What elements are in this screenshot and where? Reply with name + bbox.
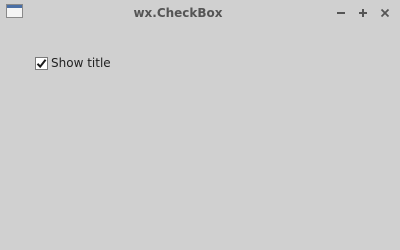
title-bar[interactable]: wx.CheckBox — [0, 0, 400, 26]
maximize-icon — [359, 9, 367, 17]
minimize-icon — [337, 12, 345, 14]
checkmark-icon — [36, 58, 47, 68]
window-content: Show title — [0, 26, 400, 250]
window-title: wx.CheckBox — [133, 6, 223, 20]
close-button[interactable] — [376, 4, 394, 22]
checkbox-label: Show title — [51, 56, 111, 70]
show-title-checkbox[interactable]: Show title — [35, 56, 111, 70]
maximize-button[interactable] — [354, 4, 372, 22]
checkbox-box[interactable] — [35, 56, 48, 70]
minimize-button[interactable] — [332, 4, 350, 22]
app-window: wx.CheckBox Show title — [0, 0, 400, 250]
window-controls — [332, 4, 394, 22]
close-icon — [380, 8, 390, 18]
